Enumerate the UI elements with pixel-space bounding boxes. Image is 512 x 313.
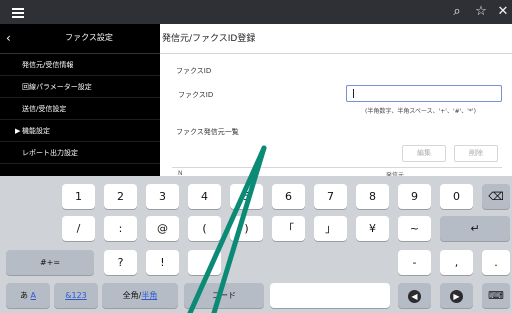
- kana-label: あ: [19, 291, 28, 300]
- key-slash[interactable]: /: [62, 216, 95, 241]
- search-icon[interactable]: ⌕: [448, 2, 466, 22]
- zenkaku-label: 全角/: [122, 291, 142, 300]
- key-at[interactable]: @: [146, 216, 179, 241]
- key-bracket-close[interactable]: 」: [314, 216, 347, 241]
- key-2[interactable]: 2: [104, 184, 137, 209]
- key-bracket-open[interactable]: 「: [272, 216, 305, 241]
- delete-button[interactable]: 削除: [454, 145, 498, 162]
- width-toggle-key[interactable]: 全角/半角: [102, 283, 178, 308]
- numbers-label: &123: [65, 291, 87, 300]
- text-caret: [353, 89, 354, 98]
- key-0[interactable]: 0: [440, 184, 473, 209]
- fax-id-label: ファクスID: [178, 91, 214, 99]
- star-icon[interactable]: ☆: [472, 2, 490, 22]
- key-question[interactable]: ?: [104, 250, 137, 275]
- key-8[interactable]: 8: [356, 184, 389, 209]
- edit-button[interactable]: 編集: [402, 145, 446, 162]
- key-1[interactable]: 1: [62, 184, 95, 209]
- code-key[interactable]: コード: [184, 283, 264, 308]
- sidebar-item-label: 機能設定: [22, 127, 50, 135]
- sidebar-item-line-params[interactable]: 回線パラメーター設定: [0, 76, 160, 98]
- sidebar-item-label: 回線パラメーター設定: [22, 83, 92, 91]
- expand-arrow-icon: ▶: [15, 127, 21, 135]
- hankaku-label: 半角: [141, 291, 158, 300]
- key-9[interactable]: 9: [398, 184, 431, 209]
- key-5[interactable]: 5: [230, 184, 263, 209]
- menu-icon[interactable]: [6, 2, 30, 22]
- key-colon[interactable]: :: [104, 216, 137, 241]
- kana-key[interactable]: あ A: [6, 283, 50, 308]
- backspace-key[interactable]: ⌫: [482, 184, 510, 209]
- close-icon[interactable]: ✕: [494, 2, 512, 22]
- key-exclaim[interactable]: !: [146, 250, 179, 275]
- arrow-right-icon: ▶: [450, 289, 463, 303]
- sidebar-header: ‹ ファクス設定: [0, 24, 160, 54]
- key-4[interactable]: 4: [188, 184, 221, 209]
- key-3[interactable]: 3: [146, 184, 179, 209]
- page-title: 発信元/ファクスID登録: [162, 34, 256, 44]
- sidebar: ‹ ファクス設定 発信元/受信情報 回線パラメーター設定 送信/受信設定 ▶ 機能…: [0, 24, 160, 176]
- table-header-line: [172, 167, 502, 168]
- sidebar-item-function[interactable]: ▶ 機能設定: [0, 120, 160, 142]
- key-6[interactable]: 6: [272, 184, 305, 209]
- fax-id-input[interactable]: [346, 85, 502, 102]
- section-label: ファクスID: [176, 67, 212, 75]
- sidebar-item-label: 送信/受信設定: [22, 105, 67, 113]
- sidebar-item-sender-info[interactable]: 発信元/受信情報: [0, 54, 160, 76]
- backspace-icon: ⌫: [488, 190, 504, 203]
- key-tilde[interactable]: ~: [398, 216, 431, 241]
- key-paren-close[interactable]: ): [230, 216, 263, 241]
- input-hint: (半角数字、半角スペース、'+'、'#'、'*'): [365, 108, 476, 115]
- alpha-label: A: [30, 291, 37, 300]
- numbers-key[interactable]: &123: [54, 283, 98, 308]
- sidebar-item-label: レポート出力設定: [22, 149, 78, 157]
- main-panel: 発信元/ファクスID登録 ファクスID ファクスID (半角数字、半角スペース、…: [160, 24, 512, 179]
- key-minus[interactable]: -: [398, 250, 431, 275]
- software-keyboard: 1 2 3 4 5 6 7 8 9 0 ⌫ / : @ ( ) 「 」 ¥ ~ …: [0, 176, 512, 313]
- space-key[interactable]: [270, 283, 390, 308]
- key-blank[interactable]: [188, 250, 221, 275]
- sidebar-item-report[interactable]: レポート出力設定: [0, 142, 160, 164]
- key-7[interactable]: 7: [314, 184, 347, 209]
- sidebar-title: ファクス設定: [65, 33, 113, 42]
- top-bar: ⌕ ☆ ✕: [0, 0, 512, 24]
- keyboard-hide-key[interactable]: ⌨: [482, 283, 510, 308]
- code-label: コード: [212, 291, 236, 300]
- key-period[interactable]: .: [482, 250, 510, 275]
- enter-key[interactable]: ↵: [440, 216, 510, 241]
- cursor-left-key[interactable]: ◀: [398, 283, 431, 308]
- list-label: ファクス発信元一覧: [176, 128, 239, 136]
- divider: [160, 53, 512, 54]
- sidebar-item-send-receive[interactable]: 送信/受信設定: [0, 98, 160, 120]
- arrow-left-icon: ◀: [408, 289, 421, 303]
- return-icon: ↵: [470, 222, 480, 235]
- keyboard-hide-icon: ⌨: [488, 289, 504, 302]
- symbols-key[interactable]: #+=: [6, 250, 94, 275]
- key-yen[interactable]: ¥: [356, 216, 389, 241]
- cursor-right-key[interactable]: ▶: [440, 283, 473, 308]
- key-paren-open[interactable]: (: [188, 216, 221, 241]
- key-comma[interactable]: ,: [440, 250, 473, 275]
- sidebar-item-label: 発信元/受信情報: [22, 61, 74, 69]
